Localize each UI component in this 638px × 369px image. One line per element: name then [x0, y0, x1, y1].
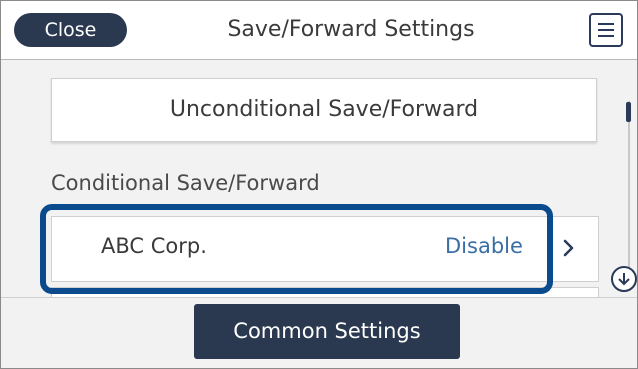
common-settings-button[interactable]: Common Settings [194, 304, 460, 359]
page-title: Save/Forward Settings [227, 17, 475, 42]
arrow-down-icon[interactable] [611, 266, 637, 292]
close-button[interactable]: Close [14, 13, 127, 47]
unconditional-save-forward-button[interactable]: Unconditional Save/Forward [51, 78, 597, 142]
scrollbar-thumb[interactable] [626, 102, 631, 122]
screen-frame: Close Save/Forward Settings Unconditiona… [0, 0, 638, 369]
menu-list-icon[interactable] [589, 13, 623, 47]
chevron-right-icon [563, 239, 574, 257]
menu-line [598, 23, 614, 25]
arrow-down-glyph [618, 273, 630, 286]
scrollbar-track[interactable] [628, 101, 630, 276]
menu-line [598, 35, 614, 37]
condition-name: ABC Corp. [101, 234, 207, 258]
condition-status: Disable [445, 234, 523, 258]
conditional-section-label: Conditional Save/Forward [51, 171, 320, 195]
header-bar: Close Save/Forward Settings [1, 1, 637, 60]
menu-line [598, 29, 614, 31]
